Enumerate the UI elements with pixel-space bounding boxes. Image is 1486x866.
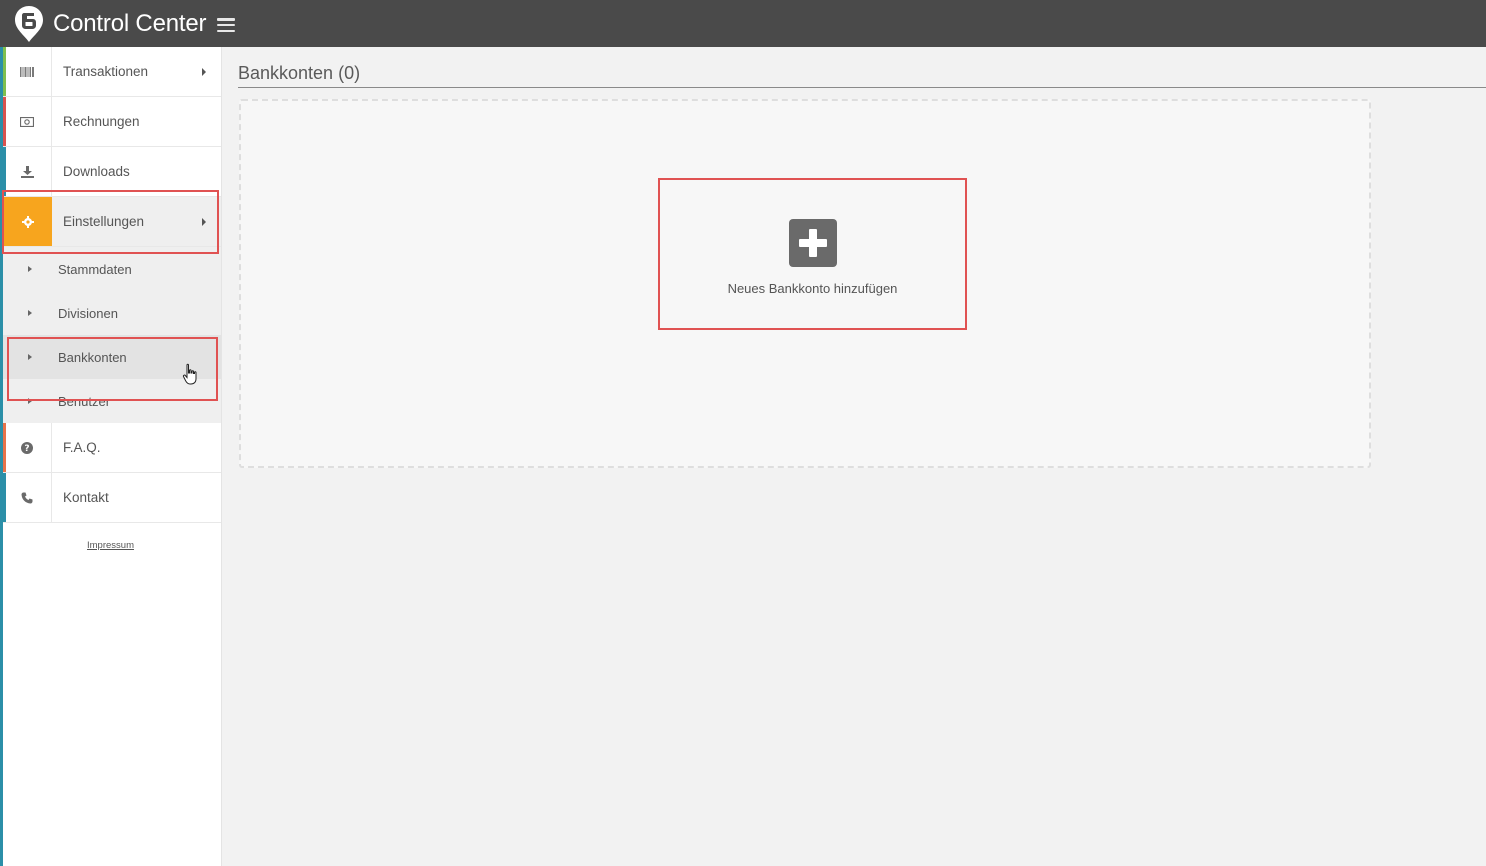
logo-icon[interactable] (14, 5, 44, 43)
sidebar-item-label: Rechnungen (63, 114, 140, 129)
caret-right-icon (202, 217, 206, 226)
sidebar-item-label: F.A.Q. (63, 440, 101, 455)
top-bar: Control Center (0, 0, 1486, 47)
caret-right-icon (28, 310, 32, 316)
phone-icon (3, 473, 52, 522)
submenu-item-label: Divisionen (58, 305, 118, 321)
sidebar-item-label: Kontakt (63, 490, 109, 505)
submenu-item-label: Bankkonten (58, 349, 127, 365)
invoice-icon (3, 97, 52, 146)
plus-icon (788, 218, 837, 267)
sidebar-item-downloads[interactable]: Downloads (3, 147, 221, 197)
download-icon (3, 147, 52, 196)
caret-right-icon (202, 67, 206, 76)
hamburger-menu-icon[interactable] (217, 18, 236, 32)
sidebar-item-rechnungen[interactable]: Rechnungen (3, 97, 221, 147)
page-title: Bankkonten (0) (238, 63, 361, 83)
caret-right-icon (28, 354, 32, 360)
caret-right-icon (28, 398, 32, 404)
add-bank-account-label: Neues Bankkonto hinzufügen (727, 280, 898, 296)
sidebar-item-label: Transaktionen (63, 64, 149, 79)
sidebar-item-transaktionen[interactable]: Transaktionen (3, 47, 221, 97)
submenu-item-stammdaten[interactable]: Stammdaten (3, 247, 221, 291)
sidebar-item-einstellungen[interactable]: Einstellungen (3, 197, 221, 247)
title-divider (238, 87, 1486, 88)
sidebar-item-faq[interactable]: ? F.A.Q. (3, 423, 221, 473)
sidebar-item-label: Downloads (63, 164, 130, 179)
submenu-item-divisionen[interactable]: Divisionen (3, 291, 221, 335)
sidebar-item-label: Einstellungen (63, 214, 145, 229)
submenu-item-label: Benutzer (58, 393, 111, 409)
app-title: Control Center (53, 9, 207, 37)
barcode-icon (3, 47, 52, 96)
question-icon: ? (3, 423, 52, 472)
sidebar-item-kontakt[interactable]: Kontakt (3, 473, 221, 523)
add-bank-account-button[interactable]: Neues Bankkonto hinzufügen (658, 178, 967, 330)
gear-icon (3, 197, 52, 246)
svg-text:?: ? (24, 444, 29, 454)
submenu-item-label: Stammdaten (58, 261, 132, 277)
caret-right-icon (28, 266, 32, 272)
hand-cursor-icon (182, 363, 200, 387)
impressum-link[interactable]: Impressum (87, 540, 134, 551)
